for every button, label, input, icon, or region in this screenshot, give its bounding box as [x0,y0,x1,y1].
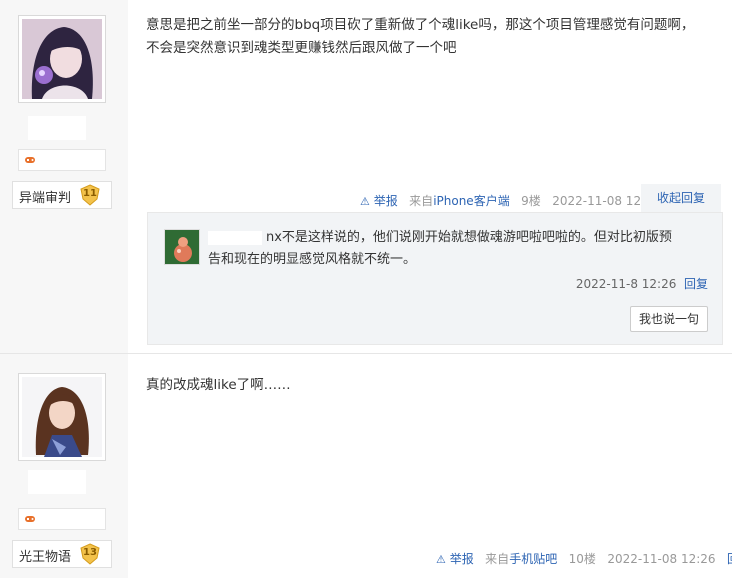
floor-number: 10楼 [568,552,596,566]
game-controller-icon [25,516,35,522]
sub-reply-panel: nx不是这样说的，他们说刚开始就想做魂游吧啦吧啦的。但对比初版预 告和现在的明显… [147,212,723,345]
post-tail: ⚠ 举报 来自手机贴吧 10楼 2022-11-08 12:26 回复 [436,550,732,567]
badge-level-icon: 13 [79,543,101,565]
warning-triangle-icon[interactable]: ⚠ [360,195,370,208]
post-content: 意思是把之前坐一部分的bbq项目砍了重新做了个魂like吗，那这个项目管理感觉有… [146,17,695,56]
warning-triangle-icon[interactable]: ⚠ [436,553,446,566]
floor-number: 9楼 [521,194,541,208]
post-time: 2022-11-08 12:26 [607,552,716,566]
level-bar [18,508,106,530]
sub-reply-avatar[interactable] [164,229,200,265]
report-link[interactable]: 举报 [450,552,474,566]
post-tail: ⚠ 举报 来自iPhone客户端 9楼 2022-11-08 12:22 [360,192,660,209]
reply-link[interactable]: 回复 [727,552,732,566]
level-bar [18,149,106,171]
post-source: 来自iPhone客户端 [409,194,510,208]
post-content: 真的改成魂like了啊…… [146,377,291,393]
badge-title: 异端审判 [19,191,72,206]
badge-title: 光王物语 [19,550,72,565]
sub-reply-tail: 2022-11-8 12:26 回复 [576,275,708,292]
username-redacted[interactable] [28,470,86,494]
sub-reply-reply-link[interactable]: 回复 [684,277,708,291]
forum-member-badge[interactable]: 光王物语 13 [12,540,112,568]
sub-reply-username[interactable] [208,230,262,245]
source-link[interactable]: 手机贴吧 [509,552,557,566]
forum-member-badge[interactable]: 异端审判 11 [12,181,112,209]
user-avatar[interactable] [18,15,106,103]
game-controller-icon [25,157,35,163]
user-avatar[interactable] [18,373,106,461]
report-link[interactable]: 举报 [374,194,398,208]
username-redacted[interactable] [28,116,86,140]
sub-reply-content: nx不是这样说的，他们说刚开始就想做魂游吧啦吧啦的。但对比初版预 告和现在的明显… [208,230,672,267]
post-floor-9: 异端审判 11 意思是把之前坐一部分的bbq项目砍了重新做了个魂like吗，那这… [0,0,732,353]
sub-reply-time: 2022-11-8 12:26 [575,277,677,291]
post-floor-10: 光王物语 13 真的改成魂like了啊…… ⚠ 举报 来自手机贴吧 10楼 20… [0,354,732,578]
collapse-replies-button[interactable]: 收起回复 [641,184,721,212]
badge-level-icon: 11 [79,184,101,206]
say-something-button[interactable]: 我也说一句 [630,306,708,332]
post-source: 来自手机贴吧 [485,552,558,566]
source-link[interactable]: iPhone客户端 [433,194,510,208]
